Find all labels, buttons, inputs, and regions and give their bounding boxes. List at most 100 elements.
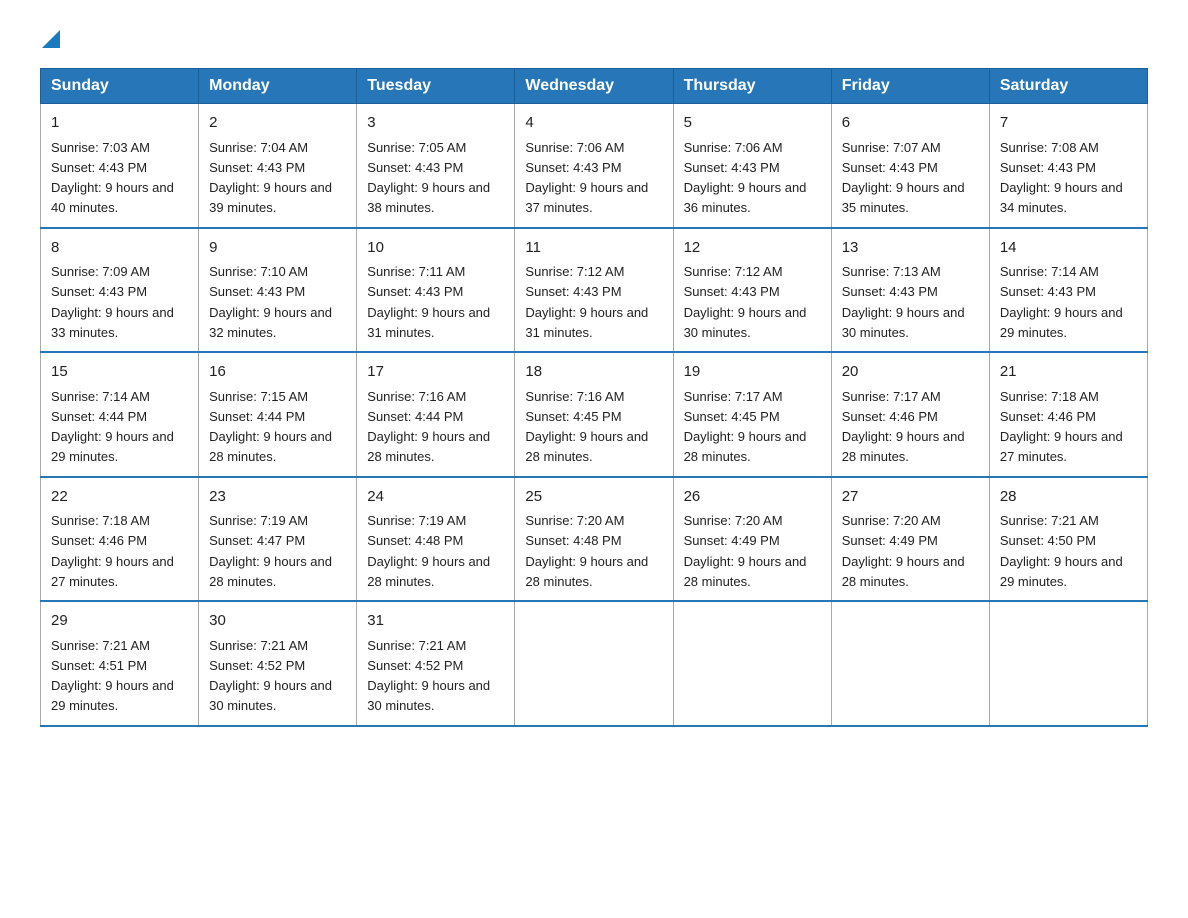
calendar-day-cell: 22 Sunrise: 7:18 AMSunset: 4:46 PMDayligh… (41, 477, 199, 602)
calendar-day-cell: 8 Sunrise: 7:09 AMSunset: 4:43 PMDaylight… (41, 228, 199, 353)
day-number: 4 (525, 112, 662, 135)
day-number: 5 (684, 112, 821, 135)
day-info: Sunrise: 7:15 AMSunset: 4:44 PMDaylight:… (209, 389, 332, 465)
calendar-day-cell: 4 Sunrise: 7:06 AMSunset: 4:43 PMDaylight… (515, 104, 673, 228)
day-number: 1 (51, 112, 188, 135)
calendar-day-cell: 19Sunrise: 7:17 AMSunset: 4:45 PMDayligh… (673, 352, 831, 477)
calendar-day-cell: 6 Sunrise: 7:07 AMSunset: 4:43 PMDaylight… (831, 104, 989, 228)
calendar-day-cell: 18 Sunrise: 7:16 AMSunset: 4:45 PMDayligh… (515, 352, 673, 477)
calendar-day-cell: 1 Sunrise: 7:03 AMSunset: 4:43 PMDaylight… (41, 104, 199, 228)
logo (40, 30, 60, 48)
day-info: Sunrise: 7:14 AMSunset: 4:44 PMDaylight:… (51, 389, 174, 465)
day-info: Sunrise: 7:18 AMSunset: 4:46 PMDaylight:… (51, 513, 174, 589)
calendar-day-cell: 25 Sunrise: 7:20 AMSunset: 4:48 PMDayligh… (515, 477, 673, 602)
page-header (40, 30, 1148, 48)
calendar-day-cell: 5 Sunrise: 7:06 AMSunset: 4:43 PMDaylight… (673, 104, 831, 228)
calendar-day-cell: 29 Sunrise: 7:21 AMSunset: 4:51 PMDayligh… (41, 601, 199, 726)
day-number: 30 (209, 610, 346, 633)
day-info: Sunrise: 7:14 AMSunset: 4:43 PMDaylight:… (1000, 264, 1123, 340)
calendar-day-cell: 16 Sunrise: 7:15 AMSunset: 4:44 PMDayligh… (199, 352, 357, 477)
day-number: 13 (842, 237, 979, 260)
day-number: 20 (842, 361, 979, 384)
calendar-day-cell: 2 Sunrise: 7:04 AMSunset: 4:43 PMDaylight… (199, 104, 357, 228)
day-number: 29 (51, 610, 188, 633)
calendar-day-cell: 21Sunrise: 7:18 AMSunset: 4:46 PMDayligh… (989, 352, 1147, 477)
day-info: Sunrise: 7:21 AMSunset: 4:51 PMDaylight:… (51, 638, 174, 714)
calendar-week-row: 22 Sunrise: 7:18 AMSunset: 4:46 PMDayligh… (41, 477, 1148, 602)
day-info: Sunrise: 7:21 AMSunset: 4:52 PMDaylight:… (209, 638, 332, 714)
day-info: Sunrise: 7:06 AMSunset: 4:43 PMDaylight:… (684, 140, 807, 216)
day-info: Sunrise: 7:04 AMSunset: 4:43 PMDaylight:… (209, 140, 332, 216)
day-info: Sunrise: 7:16 AMSunset: 4:44 PMDaylight:… (367, 389, 490, 465)
day-info: Sunrise: 7:19 AMSunset: 4:47 PMDaylight:… (209, 513, 332, 589)
calendar-week-row: 8 Sunrise: 7:09 AMSunset: 4:43 PMDaylight… (41, 228, 1148, 353)
day-info: Sunrise: 7:20 AMSunset: 4:48 PMDaylight:… (525, 513, 648, 589)
day-info: Sunrise: 7:05 AMSunset: 4:43 PMDaylight:… (367, 140, 490, 216)
day-info: Sunrise: 7:21 AMSunset: 4:50 PMDaylight:… (1000, 513, 1123, 589)
day-number: 12 (684, 237, 821, 260)
calendar-day-cell: 12 Sunrise: 7:12 AMSunset: 4:43 PMDayligh… (673, 228, 831, 353)
day-info: Sunrise: 7:17 AMSunset: 4:45 PMDaylight:… (684, 389, 807, 465)
day-number: 16 (209, 361, 346, 384)
calendar-day-cell (989, 601, 1147, 726)
day-info: Sunrise: 7:12 AMSunset: 4:43 PMDaylight:… (684, 264, 807, 340)
calendar-day-cell: 24 Sunrise: 7:19 AMSunset: 4:48 PMDayligh… (357, 477, 515, 602)
day-of-week-header: Wednesday (515, 69, 673, 104)
calendar-week-row: 29 Sunrise: 7:21 AMSunset: 4:51 PMDayligh… (41, 601, 1148, 726)
calendar-day-cell (673, 601, 831, 726)
calendar-header-row: SundayMondayTuesdayWednesdayThursdayFrid… (41, 69, 1148, 104)
day-number: 25 (525, 486, 662, 509)
day-number: 31 (367, 610, 504, 633)
day-number: 15 (51, 361, 188, 384)
day-number: 22 (51, 486, 188, 509)
logo-triangle-icon (42, 30, 60, 48)
day-number: 24 (367, 486, 504, 509)
calendar-day-cell: 15 Sunrise: 7:14 AMSunset: 4:44 PMDayligh… (41, 352, 199, 477)
day-number: 6 (842, 112, 979, 135)
calendar-day-cell: 3Sunrise: 7:05 AMSunset: 4:43 PMDaylight… (357, 104, 515, 228)
calendar-day-cell (831, 601, 989, 726)
day-info: Sunrise: 7:16 AMSunset: 4:45 PMDaylight:… (525, 389, 648, 465)
day-number: 11 (525, 237, 662, 260)
day-number: 9 (209, 237, 346, 260)
calendar-day-cell: 28 Sunrise: 7:21 AMSunset: 4:50 PMDayligh… (989, 477, 1147, 602)
day-number: 18 (525, 361, 662, 384)
day-of-week-header: Saturday (989, 69, 1147, 104)
day-info: Sunrise: 7:21 AMSunset: 4:52 PMDaylight:… (367, 638, 490, 714)
calendar-week-row: 15 Sunrise: 7:14 AMSunset: 4:44 PMDayligh… (41, 352, 1148, 477)
day-number: 14 (1000, 237, 1137, 260)
day-info: Sunrise: 7:17 AMSunset: 4:46 PMDaylight:… (842, 389, 965, 465)
day-info: Sunrise: 7:06 AMSunset: 4:43 PMDaylight:… (525, 140, 648, 216)
calendar-day-cell: 9Sunrise: 7:10 AMSunset: 4:43 PMDaylight… (199, 228, 357, 353)
calendar-day-cell: 20 Sunrise: 7:17 AMSunset: 4:46 PMDayligh… (831, 352, 989, 477)
day-info: Sunrise: 7:18 AMSunset: 4:46 PMDaylight:… (1000, 389, 1123, 465)
calendar-day-cell: 10Sunrise: 7:11 AMSunset: 4:43 PMDayligh… (357, 228, 515, 353)
calendar-day-cell: 14 Sunrise: 7:14 AMSunset: 4:43 PMDayligh… (989, 228, 1147, 353)
calendar-day-cell: 13 Sunrise: 7:13 AMSunset: 4:43 PMDayligh… (831, 228, 989, 353)
day-of-week-header: Thursday (673, 69, 831, 104)
day-info: Sunrise: 7:13 AMSunset: 4:43 PMDaylight:… (842, 264, 965, 340)
calendar-day-cell: 30 Sunrise: 7:21 AMSunset: 4:52 PMDayligh… (199, 601, 357, 726)
calendar-day-cell: 23Sunrise: 7:19 AMSunset: 4:47 PMDayligh… (199, 477, 357, 602)
day-info: Sunrise: 7:19 AMSunset: 4:48 PMDaylight:… (367, 513, 490, 589)
day-number: 28 (1000, 486, 1137, 509)
day-number: 17 (367, 361, 504, 384)
calendar-day-cell: 7Sunrise: 7:08 AMSunset: 4:43 PMDaylight… (989, 104, 1147, 228)
day-of-week-header: Tuesday (357, 69, 515, 104)
day-info: Sunrise: 7:12 AMSunset: 4:43 PMDaylight:… (525, 264, 648, 340)
calendar-day-cell: 11 Sunrise: 7:12 AMSunset: 4:43 PMDayligh… (515, 228, 673, 353)
day-info: Sunrise: 7:07 AMSunset: 4:43 PMDaylight:… (842, 140, 965, 216)
day-info: Sunrise: 7:03 AMSunset: 4:43 PMDaylight:… (51, 140, 174, 216)
calendar-day-cell (515, 601, 673, 726)
calendar-week-row: 1 Sunrise: 7:03 AMSunset: 4:43 PMDaylight… (41, 104, 1148, 228)
day-info: Sunrise: 7:20 AMSunset: 4:49 PMDaylight:… (842, 513, 965, 589)
day-number: 27 (842, 486, 979, 509)
calendar-day-cell: 27 Sunrise: 7:20 AMSunset: 4:49 PMDayligh… (831, 477, 989, 602)
day-info: Sunrise: 7:20 AMSunset: 4:49 PMDaylight:… (684, 513, 807, 589)
day-info: Sunrise: 7:09 AMSunset: 4:43 PMDaylight:… (51, 264, 174, 340)
day-of-week-header: Monday (199, 69, 357, 104)
day-number: 26 (684, 486, 821, 509)
day-number: 8 (51, 237, 188, 260)
day-number: 2 (209, 112, 346, 135)
day-of-week-header: Friday (831, 69, 989, 104)
